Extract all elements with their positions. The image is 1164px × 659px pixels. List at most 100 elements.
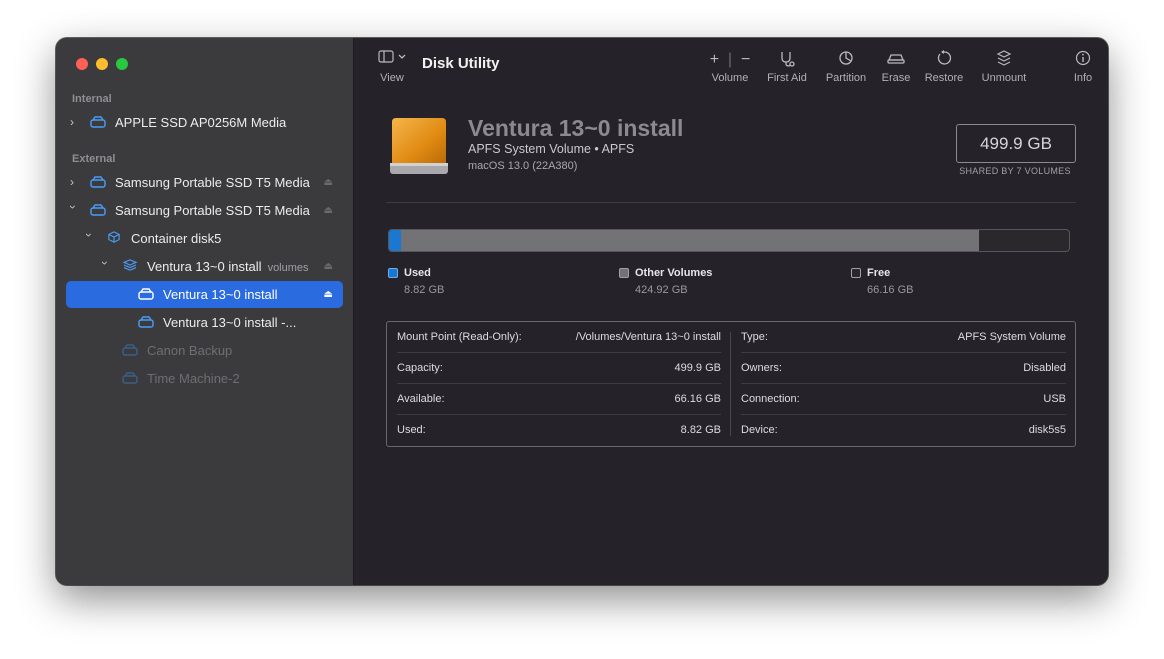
info-row-owners: Owners: Disabled — [741, 353, 1066, 384]
legend-key-used — [388, 267, 398, 278]
shared-volumes-note: SHARED BY 7 VOLUMES — [959, 166, 1071, 176]
restore-button[interactable]: Restore — [922, 50, 966, 84]
sidebar: Internal › APPLE SSD AP0256M Media Exter… — [56, 38, 354, 585]
sidebar-item-sublabel: volumes — [267, 262, 309, 274]
sidebar-item-label: Ventura 13~0 install — [163, 287, 278, 302]
restore-label: Restore — [924, 72, 964, 84]
chevron-down-icon[interactable]: › — [82, 233, 96, 243]
drive-icon — [122, 344, 138, 356]
legend-other: Other Volumes 424.92 GB — [619, 264, 713, 296]
info-value: APFS System Volume — [957, 331, 1066, 343]
info-key: Device: — [741, 424, 778, 436]
sidebar-item-label: APPLE SSD AP0256M Media — [115, 115, 287, 130]
info-row-used: Used: 8.82 GB — [397, 415, 721, 446]
legend-value-other: 424.92 GB — [635, 284, 688, 296]
plus-minus-icon: + | − — [709, 51, 751, 68]
stacked-layers-icon — [122, 259, 138, 271]
first-aid-button[interactable]: First Aid — [762, 50, 812, 84]
view-button[interactable]: View — [374, 50, 410, 84]
close-window-button[interactable] — [76, 58, 88, 70]
sidebar-item-time-machine[interactable]: Time Machine-2 — [66, 365, 343, 392]
volume-type-line: APFS System Volume • APFS — [468, 142, 635, 156]
main-content: View Disk Utility + | − Volume First Aid… — [354, 38, 1108, 585]
info-value: 499.9 GB — [674, 362, 721, 374]
restore-arrow-icon — [922, 50, 966, 70]
external-drive-icon — [390, 118, 448, 174]
info-row-connection: Connection: USB — [741, 384, 1066, 415]
zoom-window-button[interactable] — [116, 58, 128, 70]
eject-icon[interactable]: ⏏ — [324, 261, 333, 272]
info-table: Mount Point (Read-Only): /Volumes/Ventur… — [386, 321, 1076, 447]
chevron-down-icon[interactable]: › — [66, 205, 80, 215]
drive-icon — [90, 176, 106, 188]
sidebar-item-container-disk5[interactable]: › Container disk5 — [66, 225, 343, 252]
sidebar-item-label: Time Machine-2 — [147, 371, 240, 386]
info-row-mount-point: Mount Point (Read-Only): /Volumes/Ventur… — [397, 322, 721, 353]
pie-chart-icon — [820, 50, 872, 70]
info-label: Info — [1073, 72, 1093, 84]
eject-icon[interactable]: ⏏ — [324, 289, 333, 300]
legend-value-used: 8.82 GB — [404, 284, 445, 296]
info-key: Mount Point (Read-Only): — [397, 331, 522, 343]
sidebar-item-label: Samsung Portable SSD T5 Media — [115, 175, 310, 190]
info-icon — [1068, 50, 1098, 70]
legend-label-other: Other Volumes — [635, 266, 713, 279]
sidebar-item-samsung-2[interactable]: › Samsung Portable SSD T5 Media ⏏ — [66, 197, 343, 224]
usage-bar — [388, 229, 1070, 252]
erase-button[interactable]: Erase — [878, 50, 914, 84]
first-aid-label: First Aid — [767, 72, 807, 84]
eject-icon[interactable]: ⏏ — [324, 177, 333, 188]
drive-icon — [90, 116, 106, 128]
disk-utility-window: Internal › APPLE SSD AP0256M Media Exter… — [56, 38, 1108, 585]
info-row-device: Device: disk5s5 — [741, 415, 1066, 446]
drive-icon — [138, 288, 154, 300]
chevron-down-icon[interactable]: › — [98, 261, 112, 271]
sidebar-item-label: Ventura 13~0 install -... — [163, 315, 297, 330]
section-label-external: External — [72, 153, 116, 165]
info-key: Type: — [741, 331, 768, 343]
legend-used: Used 8.82 GB — [388, 264, 444, 296]
chevron-right-icon[interactable]: › — [70, 176, 80, 188]
sidebar-item-samsung-1[interactable]: › Samsung Portable SSD T5 Media ⏏ — [66, 169, 343, 196]
eject-icon[interactable]: ⏏ — [324, 205, 333, 216]
section-label-internal: Internal — [72, 93, 112, 105]
stethoscope-icon — [762, 50, 812, 70]
legend-key-other — [619, 267, 629, 278]
info-key: Available: — [397, 393, 445, 405]
info-row-type: Type: APFS System Volume — [741, 322, 1066, 353]
volume-os-line: macOS 13.0 (22A380) — [468, 160, 578, 172]
legend-free: Free 66.16 GB — [851, 264, 913, 296]
usage-segment-used — [389, 230, 401, 251]
sidebar-item-label: Ventura 13~0 install volumes — [147, 259, 309, 274]
info-button[interactable]: Info — [1068, 50, 1098, 84]
legend-label-free: Free — [867, 266, 891, 279]
unmount-label: Unmount — [981, 72, 1027, 84]
info-row-available: Available: 66.16 GB — [397, 384, 721, 415]
sidebar-item-canon-backup[interactable]: Canon Backup — [66, 337, 343, 364]
minimize-window-button[interactable] — [96, 58, 108, 70]
sidebar-item-ventura-volume[interactable]: Ventura 13~0 install ⏏ — [66, 281, 343, 308]
volume-label: Volume — [711, 72, 749, 84]
toolbar: View Disk Utility + | − Volume First Aid… — [354, 38, 1108, 98]
sidebar-item-label: Canon Backup — [147, 343, 233, 358]
capacity-box: 499.9 GB — [956, 124, 1076, 163]
info-value: disk5s5 — [1028, 424, 1066, 436]
chevron-right-icon[interactable]: › — [70, 116, 80, 128]
info-value: Disabled — [1023, 362, 1066, 374]
sidebar-item-ventura-data[interactable]: Ventura 13~0 install -... — [66, 309, 343, 336]
sidebar-item-apple-ssd[interactable]: › APPLE SSD AP0256M Media — [66, 109, 343, 136]
view-label: View — [380, 72, 404, 84]
legend-value-free: 66.16 GB — [867, 284, 914, 296]
legend-label-used: Used — [404, 266, 431, 279]
info-key: Used: — [397, 424, 426, 436]
sidebar-toggle-icon — [374, 50, 410, 70]
info-value: 8.82 GB — [680, 424, 721, 436]
volume-button[interactable]: + | − Volume — [704, 50, 756, 84]
info-value: USB — [1043, 393, 1066, 405]
drive-icon — [90, 204, 106, 216]
app-title: Disk Utility — [422, 55, 500, 72]
unmount-button[interactable]: Unmount — [976, 50, 1032, 84]
partition-button[interactable]: Partition — [820, 50, 872, 84]
sidebar-item-volume-group[interactable]: › Ventura 13~0 install volumes ⏏ — [66, 253, 343, 280]
container-cube-icon — [108, 231, 120, 243]
